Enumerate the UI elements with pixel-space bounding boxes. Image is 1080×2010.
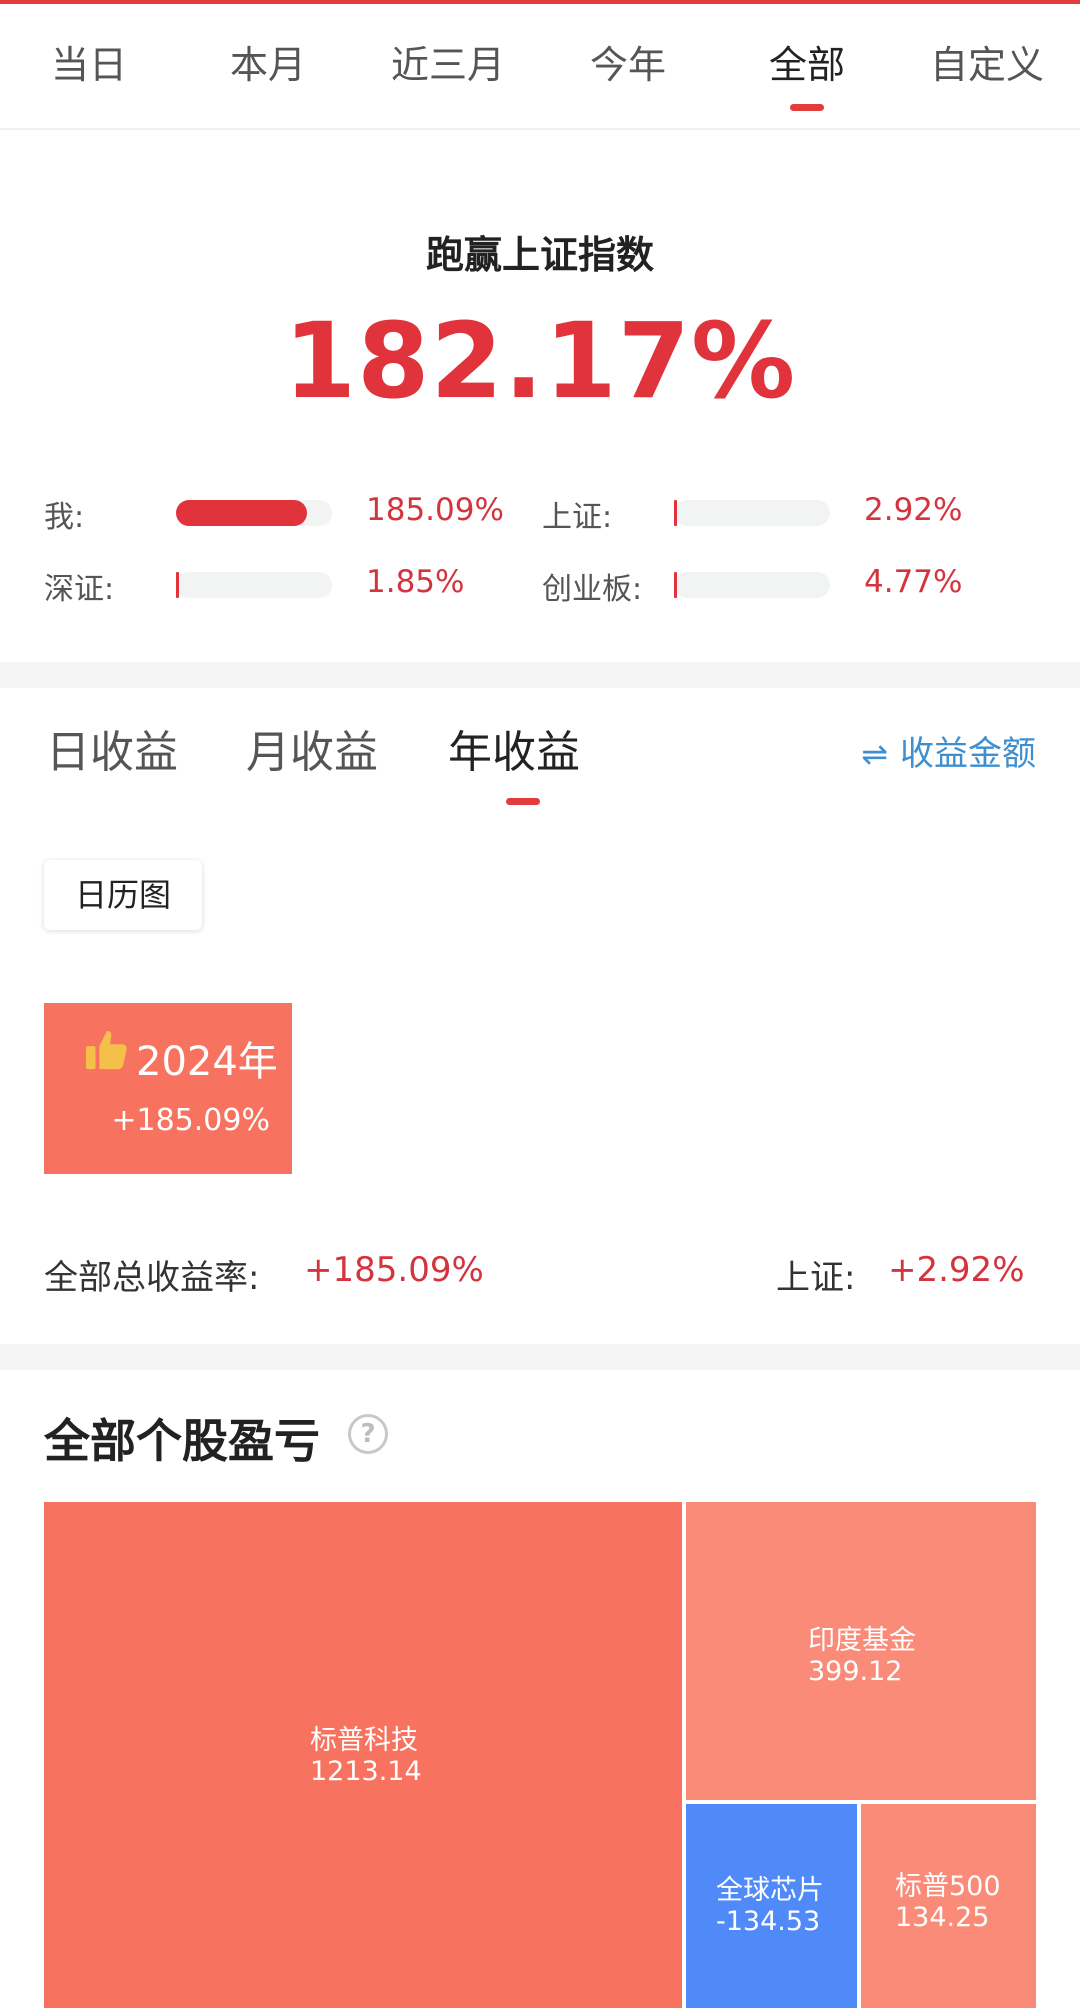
comparison-bar-track — [674, 572, 830, 598]
comparison-bar-track — [674, 500, 830, 526]
stocks-treemap: 标普科技 1213.14 印度基金 399.12 全球芯片 -134.53 标普… — [42, 1500, 1038, 2010]
comparison-value: 185.09% — [366, 492, 504, 528]
comparison-value: 1.85% — [366, 564, 465, 600]
return-tabs: 日收益 月收益 年收益 ⇌ 收益金额 — [0, 688, 1080, 808]
comparison-chinext: 创业板: 4.77% — [542, 564, 1002, 607]
comparison-value: 4.77% — [864, 564, 963, 600]
tab-custom[interactable]: 自定义 — [930, 34, 1044, 89]
index-return-label: 上证: — [776, 1258, 856, 1298]
total-return-value: +185.09% — [304, 1250, 484, 1290]
tab-today[interactable]: 当日 — [51, 34, 127, 89]
comparison-me: 我: 185.09% — [44, 492, 504, 535]
year-return-value: +185.09% — [111, 1103, 270, 1138]
total-return-summary: 全部总收益率: +185.09% 上证: +2.92% — [0, 1250, 1080, 1300]
beat-index-value: 182.17% — [283, 300, 797, 422]
treemap-tile-sp-tech[interactable]: 标普科技 1213.14 — [42, 1500, 684, 2010]
comparison-bar-fill — [176, 572, 179, 598]
comparison-bar-fill — [674, 572, 677, 598]
comparison-bar-track — [176, 572, 332, 598]
year-return-card[interactable]: 2024年 +185.09% — [44, 1003, 292, 1174]
comparison-label: 创业板: — [542, 572, 643, 607]
tile-value: -134.53 — [716, 1906, 821, 1937]
amount-toggle-button[interactable]: ⇌ 收益金额 — [861, 726, 1036, 775]
comparison-bar-track — [176, 500, 332, 526]
tab-all[interactable]: 全部 — [769, 34, 845, 89]
thumbs-up-icon — [85, 1030, 127, 1070]
amount-toggle-label: 收益金额 — [900, 734, 1036, 774]
period-tabs: 当日 本月 近三月 今年 全部 自定义 — [0, 4, 1080, 130]
tile-name: 印度基金 — [808, 1625, 916, 1656]
stocks-pnl-title: 全部个股盈亏 — [44, 1414, 320, 1468]
treemap-tile-india-fund[interactable]: 印度基金 399.12 — [684, 1500, 1038, 1802]
comparison-bar-fill — [674, 500, 677, 526]
tab-yearly-return[interactable]: 年收益 — [448, 716, 580, 780]
comparison-shenzhen: 深证: 1.85% — [44, 564, 504, 607]
comparison-label: 深证: — [44, 572, 115, 607]
comparison-value: 2.92% — [864, 492, 963, 528]
tile-name: 全球芯片 — [716, 1875, 824, 1906]
beat-index-section: 跑赢上证指数 182.17% 我: 185.09% 上证: 2.92% 深证: … — [0, 132, 1080, 662]
tile-value: 1213.14 — [310, 1756, 422, 1787]
tile-name: 标普500 — [895, 1871, 1001, 1902]
active-return-tab-indicator — [506, 798, 540, 805]
index-return-value: +2.92% — [888, 1250, 1025, 1290]
treemap-tile-sp500[interactable]: 标普500 134.25 — [859, 1802, 1038, 2010]
comparison-label: 我: — [44, 500, 85, 535]
tab-this-month[interactable]: 本月 — [230, 34, 306, 89]
tab-this-year[interactable]: 今年 — [590, 34, 666, 89]
tile-value: 399.12 — [808, 1656, 903, 1687]
question-mark-icon[interactable]: ? — [348, 1414, 388, 1454]
tile-value: 134.25 — [895, 1902, 990, 1933]
total-return-label: 全部总收益率: — [44, 1258, 260, 1298]
comparison-shanghai: 上证: 2.92% — [542, 492, 1002, 535]
section-divider — [0, 662, 1080, 688]
active-tab-indicator — [790, 104, 824, 111]
swap-arrows-icon: ⇌ — [861, 735, 888, 773]
tab-three-months[interactable]: 近三月 — [391, 34, 505, 89]
treemap-tile-global-chip[interactable]: 全球芯片 -134.53 — [684, 1802, 859, 2010]
calendar-view-button[interactable]: 日历图 — [44, 860, 202, 930]
comparison-label: 上证: — [542, 500, 613, 535]
tab-daily-return[interactable]: 日收益 — [46, 716, 178, 780]
year-label: 2024年 — [136, 1039, 278, 1085]
section-divider — [0, 1344, 1080, 1370]
tab-monthly-return[interactable]: 月收益 — [246, 716, 378, 780]
comparison-bar-fill — [176, 500, 307, 526]
beat-index-title: 跑赢上证指数 — [425, 233, 654, 277]
tile-name: 标普科技 — [310, 1725, 418, 1756]
